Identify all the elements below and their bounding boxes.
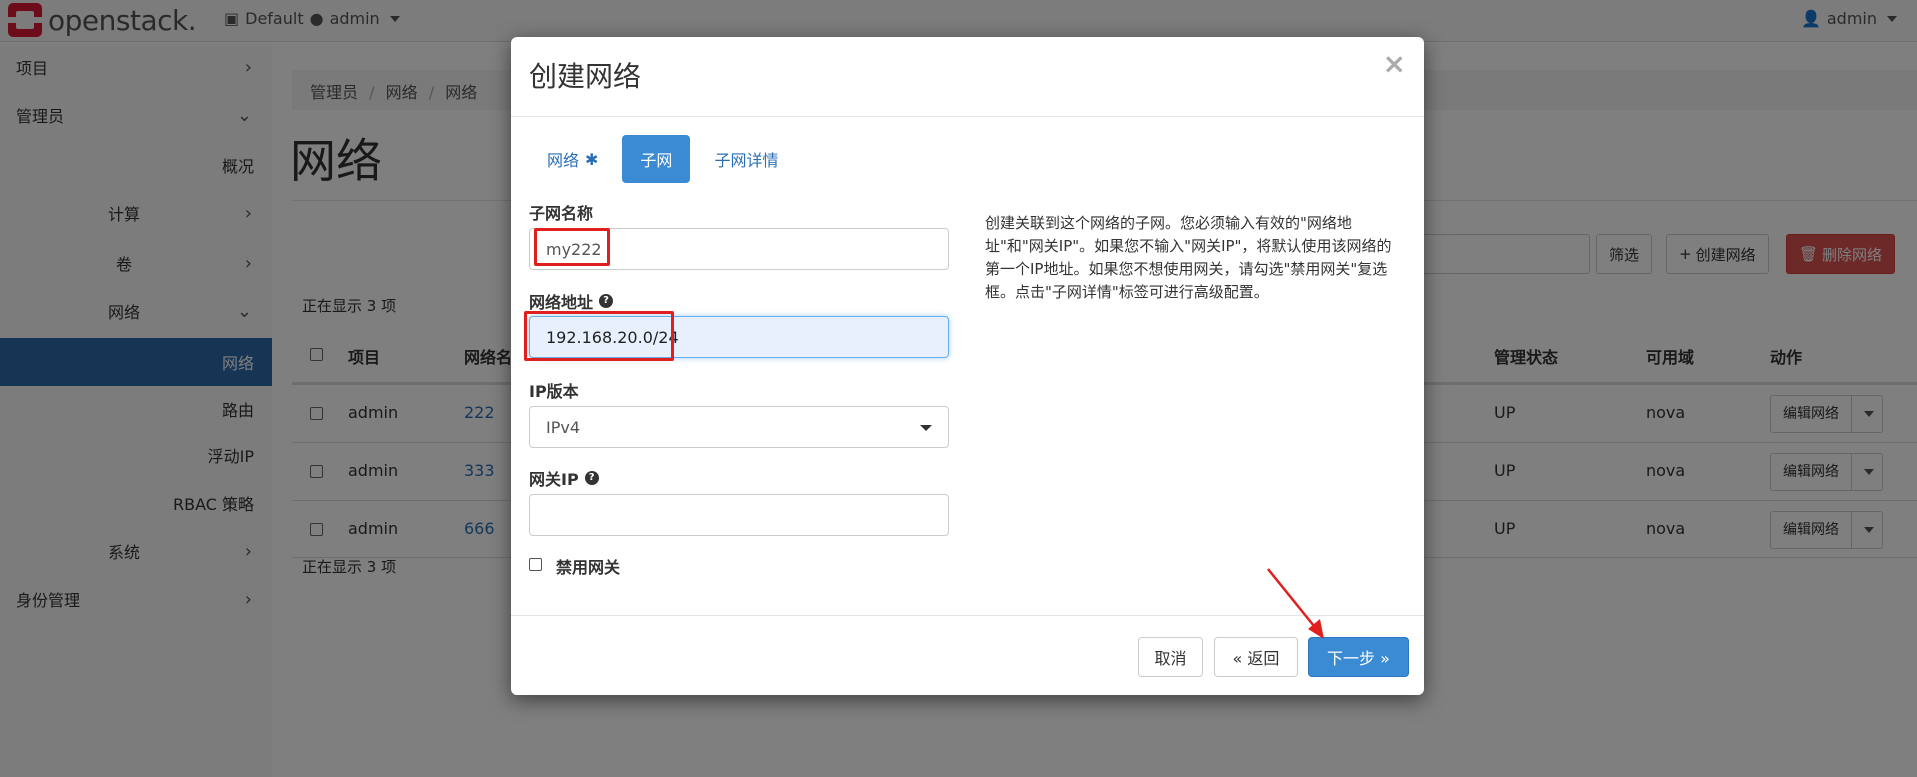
input-value: 192.168.20.0/24 [546,327,679,347]
tab-label: 网络 [547,151,580,170]
next-button[interactable]: 下一步 » [1308,637,1409,677]
tab-label: 子网详情 [714,151,779,170]
back-button-label: « 返回 [1232,649,1280,668]
back-button[interactable]: « 返回 [1214,637,1298,677]
gateway-ip-input[interactable] [529,494,949,536]
field-label-text: 网络地址 [529,293,594,312]
caret-down-icon [920,425,932,431]
subnet-name-input[interactable]: my222 [529,228,949,270]
gateway-ip-label: 网关IP ? [529,466,599,490]
cancel-button[interactable]: 取消 [1138,637,1203,677]
question-circle-icon[interactable]: ? [584,471,599,485]
cancel-button-label: 取消 [1154,649,1187,668]
field-label-text: 子网名称 [529,204,594,223]
disable-gateway-checkbox[interactable] [529,558,542,571]
subnet-help-text: 创建关联到这个网络的子网。您必须输入有效的"网络地址"和"网关IP"。如果您不输… [985,214,1392,301]
field-label-text: IP版本 [529,382,579,401]
tab-network[interactable]: 网络 ✱ [529,135,616,183]
close-icon[interactable]: × [1383,47,1406,80]
network-address-label: 网络地址 ? [529,289,614,313]
subnet-name-label: 子网名称 [529,200,593,224]
tab-subnet[interactable]: 子网 [622,135,691,183]
input-value: my222 [546,239,602,259]
wizard-tabs: 网络 ✱ 子网 子网详情 [529,135,796,183]
create-network-modal: 创建网络 × 网络 ✱ 子网 子网详情 子网名称 my222 网络地址 ? 19… [511,37,1424,695]
field-label-text: 网关IP [529,470,579,489]
tab-subnet-details[interactable]: 子网详情 [696,135,796,183]
required-asterisk-icon: ✱ [585,149,599,169]
ip-version-select[interactable]: IPv4 [529,406,949,448]
modal-header: 创建网络 × [511,37,1424,117]
network-address-input[interactable]: 192.168.20.0/24 [529,316,949,358]
disable-gateway-label[interactable]: 禁用网关 [556,554,620,578]
next-button-label: 下一步 » [1327,649,1390,668]
question-circle-icon[interactable]: ? [599,294,614,308]
select-value: IPv4 [546,417,581,437]
tab-label: 子网 [640,151,673,170]
modal-title: 创建网络 [529,60,642,93]
ip-version-label: IP版本 [529,378,579,402]
